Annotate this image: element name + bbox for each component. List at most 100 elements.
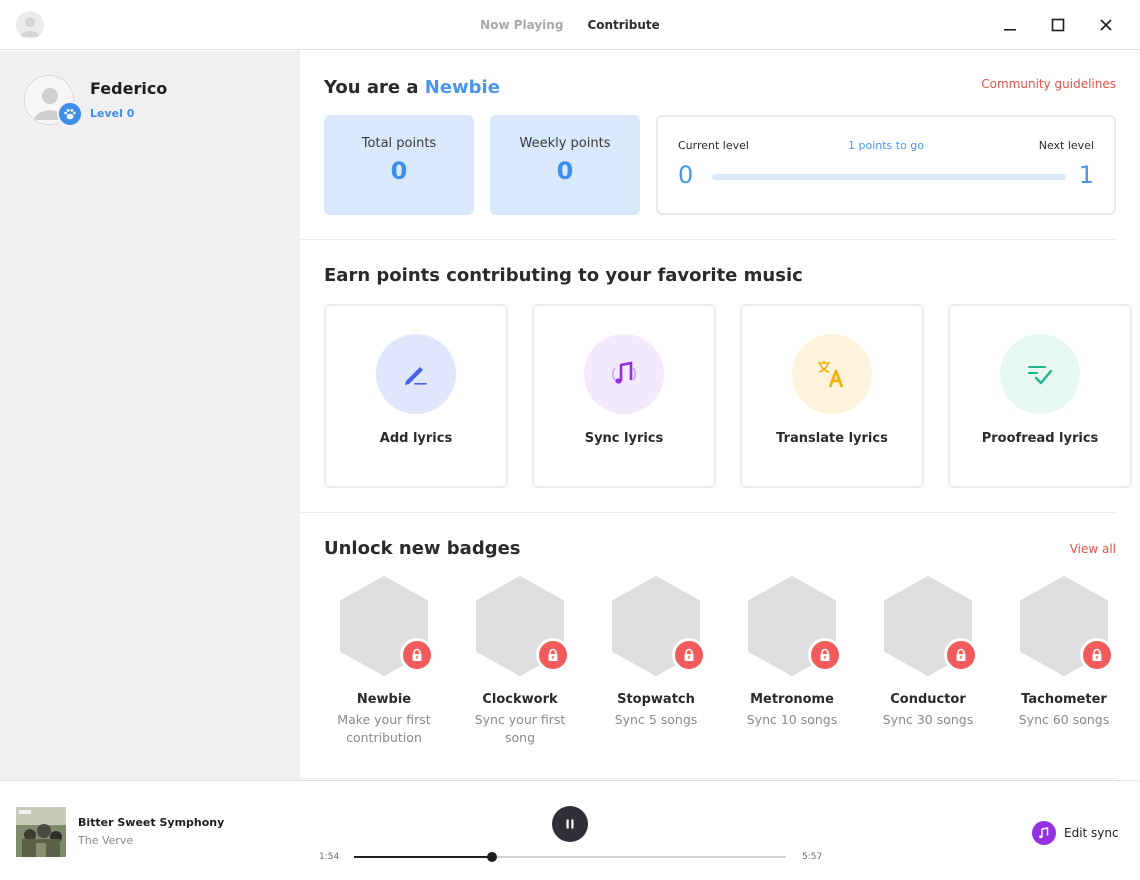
translate-icon bbox=[818, 361, 844, 388]
close-button[interactable] bbox=[1093, 12, 1119, 38]
player-bar: Bitter Sweet Symphony The Verve 1:54 5:5… bbox=[0, 780, 1140, 880]
add-lyrics-card[interactable]: Add lyrics bbox=[324, 304, 508, 488]
current-level-value: 0 bbox=[678, 161, 694, 189]
badge-name: Clockwork bbox=[482, 692, 558, 707]
tab-contribute[interactable]: Contribute bbox=[587, 18, 659, 32]
level-progress-card: Current level 1 points to go Next level … bbox=[656, 115, 1116, 215]
translate-lyrics-icon-circle bbox=[792, 334, 872, 414]
minimize-icon bbox=[1004, 29, 1016, 31]
weekly-points-value: 0 bbox=[556, 157, 574, 185]
seek-bar[interactable] bbox=[354, 852, 786, 862]
divider bbox=[300, 778, 1116, 779]
badge-clockwork[interactable]: Clockwork Sync your first song bbox=[460, 576, 580, 747]
tab-now-playing[interactable]: Now Playing bbox=[480, 18, 563, 32]
title-bar: Now Playing Contribute bbox=[0, 0, 1140, 50]
lock-badge bbox=[536, 638, 570, 672]
lock-icon bbox=[1092, 648, 1102, 661]
badge-description: Sync 10 songs bbox=[746, 712, 838, 727]
lock-badge bbox=[400, 638, 434, 672]
pause-icon bbox=[566, 819, 574, 829]
weekly-points-card: Weekly points 0 bbox=[490, 115, 640, 215]
seek-progress bbox=[354, 856, 493, 858]
badge-newbie[interactable]: Newbie Make your first contribution bbox=[324, 576, 444, 747]
user-icon bbox=[20, 17, 40, 37]
contribute-panel: You are a Newbie Community guidelines To… bbox=[300, 51, 1140, 780]
lock-badge bbox=[1080, 638, 1114, 672]
view-tabs: Now Playing Contribute bbox=[0, 0, 1140, 50]
badge-hexagon bbox=[732, 576, 852, 678]
badge-conductor[interactable]: Conductor Sync 30 songs bbox=[868, 576, 988, 729]
earn-points-title: Earn points contributing to your favorit… bbox=[324, 265, 803, 286]
edit-sync-icon-circle bbox=[1032, 821, 1056, 845]
badge-name: Newbie bbox=[356, 692, 412, 707]
badge-stopwatch[interactable]: Stopwatch Sync 5 songs bbox=[596, 576, 716, 729]
level-progress-bar bbox=[712, 174, 1066, 180]
pause-button[interactable] bbox=[552, 806, 588, 842]
album-cover[interactable] bbox=[16, 807, 66, 857]
sync-lyrics-card[interactable]: Sync lyrics bbox=[532, 304, 716, 488]
badge-description: Sync 30 songs bbox=[882, 712, 974, 727]
lock-icon bbox=[820, 648, 830, 661]
lock-badge bbox=[672, 638, 706, 672]
rank-name: Newbie bbox=[424, 77, 500, 98]
close-icon bbox=[1100, 19, 1112, 31]
add-lyrics-icon-circle bbox=[376, 334, 456, 414]
divider bbox=[300, 239, 1116, 240]
total-points-card: Total points 0 bbox=[324, 115, 474, 215]
badge-tachometer[interactable]: Tachometer Sync 60 songs bbox=[1004, 576, 1124, 729]
music-note-icon bbox=[1039, 827, 1049, 839]
badge-hexagon bbox=[868, 576, 988, 678]
sync-lyrics-label: Sync lyrics bbox=[584, 431, 664, 446]
elapsed-time: 1:54 bbox=[319, 852, 340, 862]
song-title: Bitter Sweet Symphony bbox=[78, 816, 225, 829]
edit-sync-label: Edit sync bbox=[1064, 826, 1119, 840]
badge-metronome[interactable]: Metronome Sync 10 songs bbox=[732, 576, 852, 729]
translate-lyrics-label: Translate lyrics bbox=[776, 431, 888, 446]
badge-hexagon bbox=[1004, 576, 1124, 678]
next-level-label: Next level bbox=[1038, 139, 1094, 152]
lock-icon bbox=[956, 648, 966, 661]
total-points-value: 0 bbox=[390, 157, 408, 185]
weekly-points-label: Weekly points bbox=[519, 136, 611, 151]
community-guidelines-link[interactable]: Community guidelines bbox=[981, 77, 1116, 91]
proofread-check-icon bbox=[1028, 366, 1053, 385]
level-badge bbox=[57, 101, 83, 127]
badge-hexagon bbox=[460, 576, 580, 678]
maximize-button[interactable] bbox=[1045, 12, 1071, 38]
badge-hexagon bbox=[324, 576, 444, 678]
paw-icon bbox=[64, 109, 76, 120]
lock-icon bbox=[412, 648, 422, 661]
profile-name: Federico bbox=[90, 79, 168, 98]
badge-description: Sync 5 songs bbox=[614, 712, 698, 727]
badge-name: Conductor bbox=[890, 692, 966, 707]
badge-name: Metronome bbox=[750, 692, 834, 707]
divider bbox=[300, 512, 1116, 513]
seek-handle[interactable] bbox=[487, 852, 498, 862]
total-points-label: Total points bbox=[361, 136, 437, 151]
edit-sync-button[interactable]: Edit sync bbox=[1032, 821, 1119, 845]
badge-description: Make your first contribution bbox=[337, 712, 431, 745]
song-artist: The Verve bbox=[78, 834, 134, 847]
profile-level: Level 0 bbox=[90, 107, 135, 120]
proofread-lyrics-card[interactable]: Proofread lyrics bbox=[948, 304, 1132, 488]
pencil-icon bbox=[405, 367, 427, 385]
total-time: 5:57 bbox=[802, 852, 823, 862]
badge-name: Stopwatch bbox=[617, 692, 695, 707]
badge-hexagon bbox=[596, 576, 716, 678]
badge-description: Sync 60 songs bbox=[1018, 712, 1110, 727]
account-avatar[interactable] bbox=[16, 11, 44, 39]
view-all-badges-link[interactable]: View all bbox=[1070, 542, 1116, 556]
lock-icon bbox=[548, 648, 558, 661]
minimize-button[interactable] bbox=[997, 12, 1023, 38]
lock-badge bbox=[808, 638, 842, 672]
lock-icon bbox=[684, 648, 694, 661]
album-art bbox=[16, 807, 66, 857]
maximize-icon bbox=[1051, 18, 1065, 32]
translate-lyrics-card[interactable]: Translate lyrics bbox=[740, 304, 924, 488]
rank-prefix: You are a bbox=[324, 77, 419, 98]
proofread-lyrics-label: Proofread lyrics bbox=[981, 431, 1099, 446]
badge-name: Tachometer bbox=[1021, 692, 1107, 707]
music-note-icon bbox=[611, 361, 637, 384]
next-level-value: 1 bbox=[1078, 161, 1094, 189]
lock-badge bbox=[944, 638, 978, 672]
